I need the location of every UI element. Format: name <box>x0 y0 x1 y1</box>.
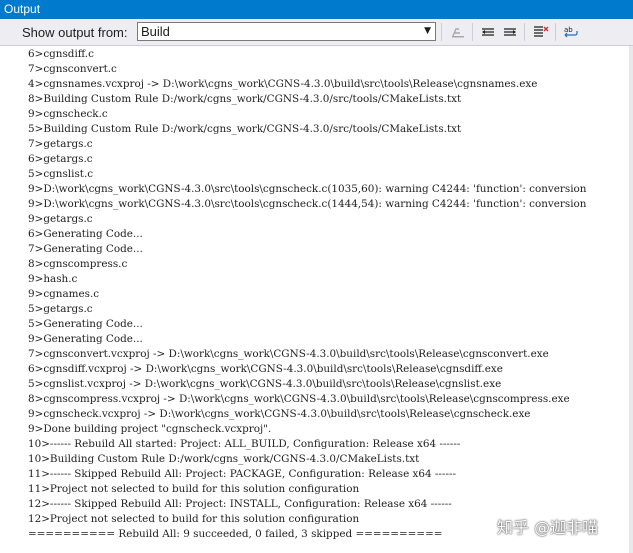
vertical-scrollbar[interactable] <box>629 46 633 553</box>
show-output-label: Show output from: <box>22 25 128 40</box>
go-to-previous-message-icon[interactable] <box>477 22 499 42</box>
output-line: 5>Building Custom Rule D:/work/cgns_work… <box>28 123 462 135</box>
output-line: 6>cgnsdiff.vcxproj -> D:\work\cgns_work\… <box>28 363 503 375</box>
toggle-word-wrap-icon[interactable]: ab <box>560 22 582 42</box>
output-source-dropdown[interactable]: Build ▼ <box>137 22 436 41</box>
watermark: 知乎 @迦非喵 <box>497 518 599 537</box>
output-line: 6>cgnsdiff.c <box>28 48 94 60</box>
output-line: 9>D:\work\cgns_work\CGNS-4.3.0\src\tools… <box>28 198 587 210</box>
find-message-in-code-icon[interactable] <box>447 22 469 42</box>
output-line: 12>------ Skipped Rebuild All: Project: … <box>28 498 452 510</box>
output-line: 9>cgnscheck.vcxproj -> D:\work\cgns_work… <box>28 408 531 420</box>
output-line: 9>cgnames.c <box>28 288 100 300</box>
output-toolbar: Show output from: Build ▼ ab <box>0 19 633 46</box>
output-line: 11>------ Skipped Rebuild All: Project: … <box>28 468 456 480</box>
output-window-titlebar: Output <box>0 0 633 19</box>
toolbar-separator <box>472 23 473 41</box>
output-line: 7>Generating Code... <box>28 243 143 255</box>
output-line: 9>hash.c <box>28 273 78 285</box>
chevron-down-icon[interactable]: ▼ <box>424 26 431 36</box>
output-line: 5>Generating Code... <box>28 318 143 330</box>
output-line: 10>Building Custom Rule D:/work/cgns_wor… <box>28 453 420 465</box>
clear-all-icon[interactable] <box>530 22 552 42</box>
output-line: 6>Generating Code... <box>28 228 143 240</box>
output-line: 4>cgnsnames.vcxproj -> D:\work\cgns_work… <box>28 78 538 90</box>
output-line: 7>cgnsconvert.vcxproj -> D:\work\cgns_wo… <box>28 348 549 360</box>
output-line: ========== Rebuild All: 9 succeeded, 0 f… <box>28 528 443 540</box>
output-line: 7>cgnsconvert.c <box>28 63 117 75</box>
output-line: 9>Generating Code... <box>28 333 143 345</box>
output-line: 8>cgnscompress.c <box>28 258 128 270</box>
output-line: 12>Project not selected to build for thi… <box>28 513 360 525</box>
output-line: 9>Done building project "cgnscheck.vcxpr… <box>28 423 272 435</box>
output-source-value: Build <box>141 24 170 39</box>
output-line: 5>cgnslist.c <box>28 168 94 180</box>
go-to-next-message-icon[interactable] <box>499 22 521 42</box>
output-line: 9>D:\work\cgns_work\CGNS-4.3.0\src\tools… <box>28 183 587 195</box>
output-line: 11>Project not selected to build for thi… <box>28 483 360 495</box>
output-line: 8>cgnscompress.vcxproj -> D:\work\cgns_w… <box>28 393 570 405</box>
output-text-pane[interactable]: 6>cgnsdiff.c 7>cgnsconvert.c 4>cgnsnames.v… <box>0 46 629 553</box>
output-line: 5>getargs.c <box>28 303 93 315</box>
output-line: 5>cgnslist.vcxproj -> D:\work\cgns_work\… <box>28 378 502 390</box>
output-line: 7>getargs.c <box>28 138 93 150</box>
toolbar-separator <box>524 23 525 41</box>
output-line: 10>------ Rebuild All started: Project: … <box>28 438 461 450</box>
toolbar-separator <box>555 23 556 41</box>
output-line: 6>getargs.c <box>28 153 93 165</box>
svg-text:ab: ab <box>564 26 573 34</box>
output-line: 9>cgnscheck.c <box>28 108 108 120</box>
toolbar-separator <box>441 23 442 41</box>
window-title: Output <box>4 2 41 16</box>
output-line: 8>Building Custom Rule D:/work/cgns_work… <box>28 93 462 105</box>
output-line: 9>getargs.c <box>28 213 93 225</box>
